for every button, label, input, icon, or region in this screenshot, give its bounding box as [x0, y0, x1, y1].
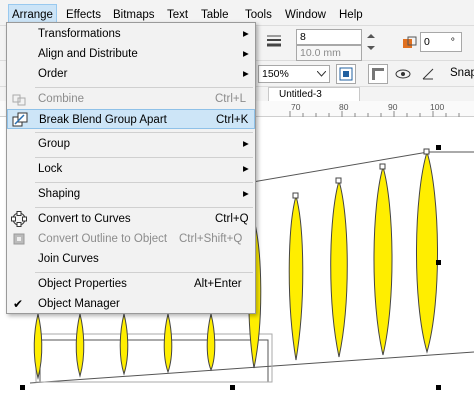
submenu-arrow-icon: ▸: [243, 48, 249, 60]
menu-arrange[interactable]: Arrange: [8, 4, 57, 24]
break-apart-icon: [12, 112, 28, 128]
menu-item-object-manager[interactable]: ✔ Object Manager: [7, 294, 255, 314]
view-icon[interactable]: [393, 64, 413, 84]
menu-window[interactable]: Window: [282, 7, 329, 23]
outline-width-field[interactable]: 10.0 mm: [296, 45, 362, 61]
submenu-arrow-icon: ▸: [243, 68, 249, 80]
menu-item-label: Combine: [38, 93, 85, 105]
menu-item-label: Transformations: [38, 28, 121, 40]
menu-item-label: Lock: [38, 163, 63, 175]
menu-separator: [35, 182, 253, 183]
menu-separator: [35, 207, 253, 208]
petal-shape: [330, 179, 348, 358]
submenu-arrow-icon: ▸: [243, 138, 249, 150]
menu-item-shortcut: Ctrl+Q: [215, 213, 249, 225]
menu-item-order[interactable]: Order ▸: [7, 64, 255, 84]
guidelines-icon[interactable]: [418, 64, 438, 84]
menu-item-break-blend-group-apart[interactable]: Break Blend Group Apart Ctrl+K: [7, 109, 255, 129]
convert-curves-icon: [11, 211, 27, 227]
ruler-label: 80: [339, 102, 349, 112]
menu-item-label: Order: [38, 68, 68, 80]
menu-help[interactable]: Help: [336, 7, 366, 23]
menu-bitmaps[interactable]: Bitmaps: [110, 7, 158, 23]
menu-tools[interactable]: Tools: [242, 7, 275, 23]
menu-separator: [35, 272, 253, 273]
menu-separator: [35, 87, 253, 88]
menu-item-label: Align and Distribute: [38, 48, 138, 60]
angle-field[interactable]: 0 °: [420, 32, 462, 52]
menu-item-label: Convert Outline to Object: [38, 233, 168, 245]
menu-item-label: Convert to Curves: [38, 213, 131, 225]
menu-separator: [35, 157, 253, 158]
arrange-menu: Transformations ▸ Align and Distribute ▸…: [6, 22, 256, 314]
menu-item-convert-outline[interactable]: Convert Outline to Object Ctrl+Shift+Q: [7, 229, 255, 249]
menu-item-convert-to-curves[interactable]: Convert to Curves Ctrl+Q: [7, 209, 255, 229]
menu-item-shortcut: Ctrl+L: [215, 93, 246, 105]
combine-icon: [11, 91, 27, 107]
menu-item-align-distribute[interactable]: Align and Distribute ▸: [7, 44, 255, 64]
menu-item-group[interactable]: Group ▸: [7, 134, 255, 154]
convert-outline-icon: [11, 231, 27, 247]
menu-table[interactable]: Table: [198, 7, 232, 23]
menu-item-shaping[interactable]: Shaping ▸: [7, 184, 255, 204]
submenu-arrow-icon: ▸: [243, 188, 249, 200]
zoom-value: 150%: [262, 68, 289, 80]
menu-item-label: Join Curves: [38, 253, 99, 265]
ruler-label: 100: [430, 102, 445, 112]
menu-item-label: Group: [38, 138, 70, 150]
chevron-down-icon: [317, 71, 326, 77]
menu-item-join-curves[interactable]: Join Curves: [7, 249, 255, 269]
ruler-label: 70: [291, 102, 301, 112]
top-value-text: 8: [300, 31, 306, 43]
rotate-icon[interactable]: [399, 32, 419, 52]
menu-item-label: Object Properties: [38, 278, 127, 290]
menu-effects[interactable]: Effects: [63, 7, 104, 23]
rulers-icon[interactable]: [368, 64, 388, 84]
degree-unit: °: [450, 36, 455, 48]
zoom-page-icon[interactable]: [336, 64, 356, 84]
line-width-icon[interactable]: [264, 30, 284, 50]
stepper-icon[interactable]: [364, 30, 384, 50]
menu-text[interactable]: Text: [164, 7, 191, 23]
menu-item-label: Object Manager: [38, 298, 120, 310]
menu-item-object-properties[interactable]: Object Properties Alt+Enter: [7, 274, 255, 294]
petal-shape: [415, 150, 439, 354]
tab-untitled-3[interactable]: Untitled-3: [268, 87, 360, 101]
menu-item-transformations[interactable]: Transformations ▸: [7, 24, 255, 44]
petal-shape: [288, 194, 304, 361]
menu-item-shortcut: Ctrl+K: [216, 114, 249, 126]
submenu-arrow-icon: ▸: [243, 163, 249, 175]
ruler-label: 90: [388, 102, 398, 112]
menu-item-shortcut: Alt+Enter: [194, 278, 242, 290]
checkmark-icon: ✔: [13, 297, 24, 311]
menu-item-lock[interactable]: Lock ▸: [7, 159, 255, 179]
outline-width-text: 10.0 mm: [300, 47, 341, 59]
menu-item-combine[interactable]: Combine Ctrl+L: [7, 89, 255, 109]
submenu-arrow-icon: ▸: [243, 28, 249, 40]
angle-value: 0: [424, 36, 430, 48]
top-value-field[interactable]: 8: [296, 29, 362, 45]
petal-shape: [373, 165, 393, 356]
zoom-select[interactable]: 150%: [258, 65, 330, 83]
menu-item-shortcut: Ctrl+Shift+Q: [179, 233, 243, 245]
snap-label[interactable]: Snap: [450, 67, 474, 79]
menu-separator: [35, 132, 253, 133]
tab-label: Untitled-3: [279, 89, 322, 100]
menu-item-label: Break Blend Group Apart: [39, 114, 167, 126]
menu-item-label: Shaping: [38, 188, 81, 200]
